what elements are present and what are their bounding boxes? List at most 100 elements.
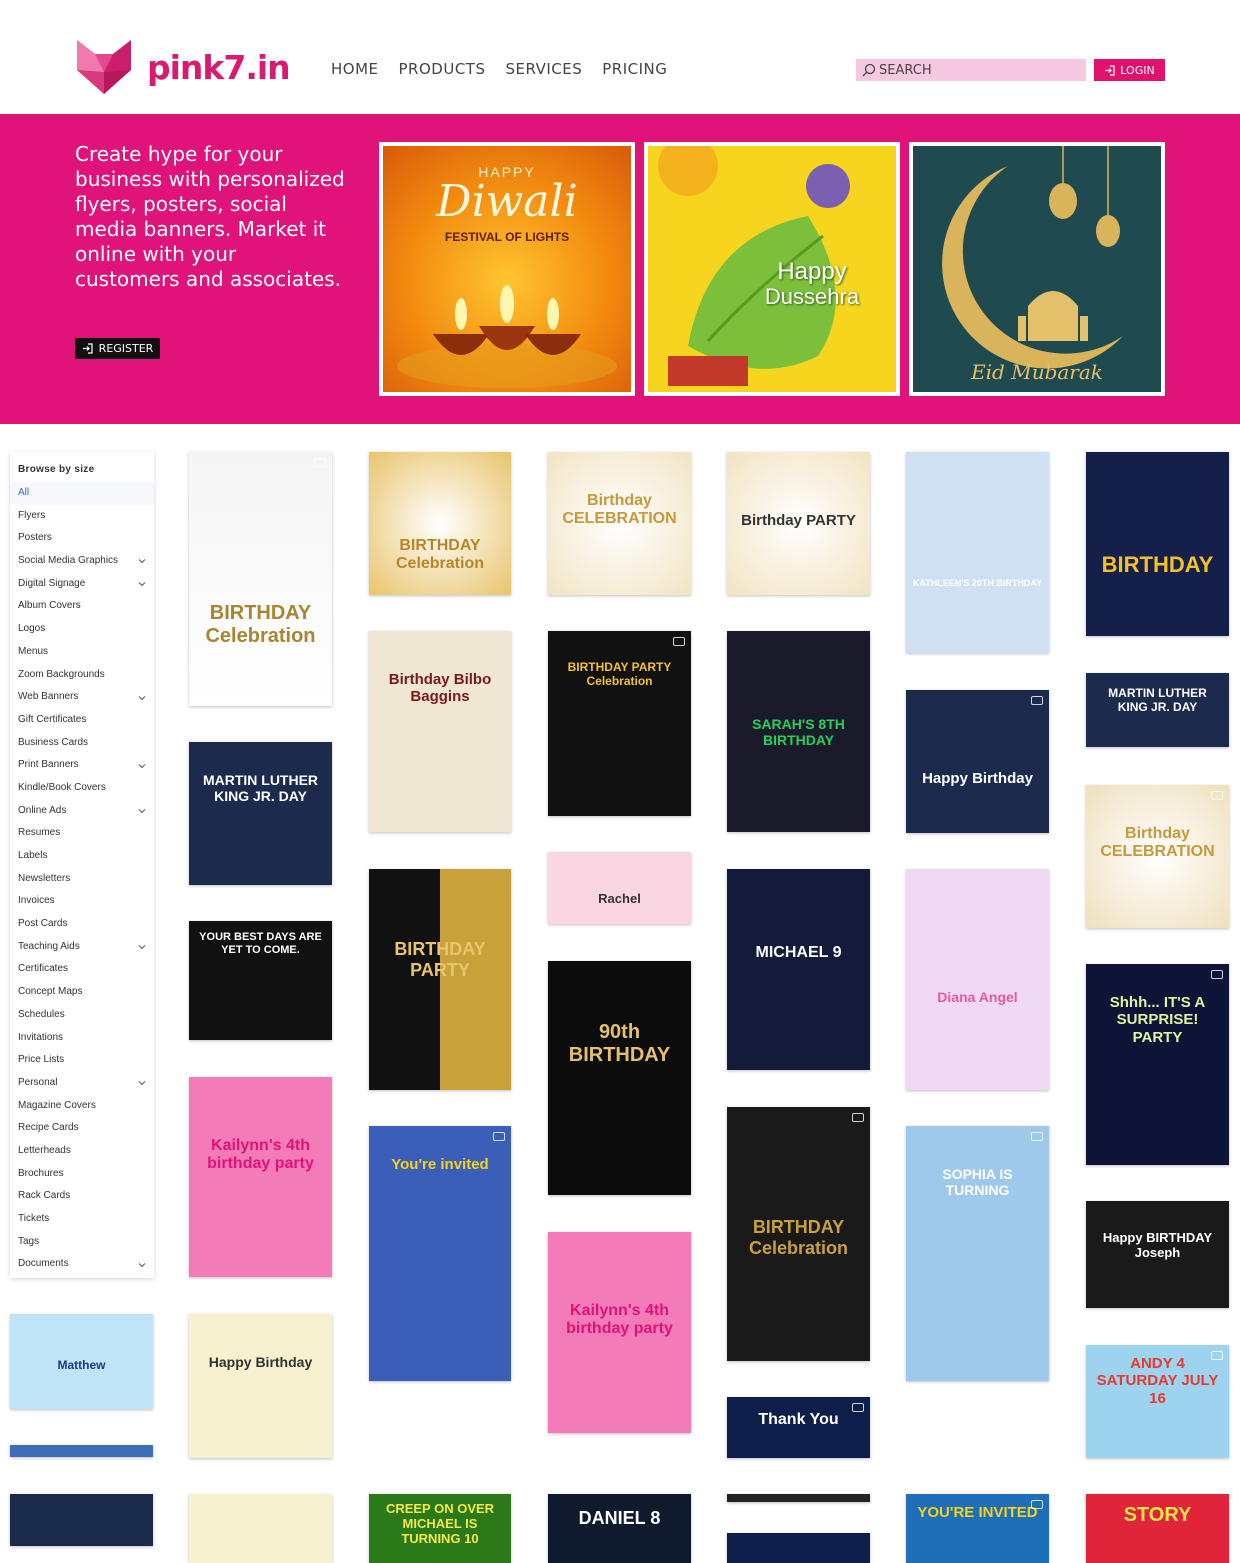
sidebar-item-documents[interactable]: Documents — [10, 1253, 154, 1276]
sidebar-item-recipe-cards[interactable]: Recipe Cards — [10, 1117, 154, 1140]
sidebar-item-letterheads[interactable]: Letterheads — [10, 1140, 154, 1163]
template-card[interactable]: MARTIN LUTHER KING JR. DAY — [1086, 673, 1229, 747]
template-card[interactable]: ANDY 4 SATURDAY JULY 16 — [1086, 1345, 1229, 1458]
sidebar-item-price-lists[interactable]: Price Lists — [10, 1049, 154, 1072]
banner-dussehra[interactable]: Happy Dussehra — [644, 142, 900, 396]
sidebar-item-tickets[interactable]: Tickets — [10, 1208, 154, 1231]
template-card[interactable]: YOU'RE INVITED — [906, 1494, 1049, 1563]
sidebar-item-personal[interactable]: Personal — [10, 1072, 154, 1095]
sidebar-item-flyers[interactable]: Flyers — [10, 505, 154, 528]
chevron-down-icon[interactable] — [138, 694, 146, 702]
register-button[interactable]: REGISTER — [75, 338, 160, 359]
template-card[interactable] — [10, 1494, 153, 1546]
eid-text: Eid Mubarak — [971, 360, 1103, 384]
template-card[interactable]: KATHLEEN'S 20TH BIRTHDAY — [906, 452, 1049, 653]
template-card[interactable]: SOPHIA IS TURNING — [906, 1126, 1049, 1381]
login-button[interactable]: LOGIN — [1094, 59, 1165, 81]
sidebar-item-business-cards[interactable]: Business Cards — [10, 732, 154, 755]
sidebar-item-invitations[interactable]: Invitations — [10, 1027, 154, 1050]
banner-eid[interactable]: Eid Mubarak — [909, 142, 1165, 396]
template-card[interactable]: BIRTHDAY Celebration — [727, 1107, 870, 1361]
template-card[interactable]: YOUR BEST DAYS ARE YET TO COME. — [189, 921, 332, 1040]
brand-logo[interactable]: pink7.in — [75, 38, 291, 96]
chevron-down-icon[interactable] — [138, 580, 146, 588]
template-card[interactable]: Kailynn's 4th birthday party — [548, 1232, 691, 1433]
template-card[interactable] — [189, 1494, 332, 1563]
template-card[interactable]: CREEP ON OVER MICHAEL IS TURNING 10 — [369, 1494, 511, 1563]
sidebar-item-teaching-aids[interactable]: Teaching Aids — [10, 936, 154, 959]
template-card[interactable]: 90th BIRTHDAY — [548, 961, 691, 1195]
template-card[interactable]: BIRTHDAY PARTY — [369, 869, 511, 1090]
search-input[interactable] — [879, 62, 1079, 78]
sidebar-item-invoices[interactable]: Invoices — [10, 890, 154, 913]
template-card[interactable]: BIRTHDAY Celebration — [189, 452, 332, 706]
sidebar-item-social-media-graphics[interactable]: Social Media Graphics — [10, 550, 154, 573]
sidebar-item-labels[interactable]: Labels — [10, 845, 154, 868]
template-card[interactable]: Matthew — [10, 1314, 153, 1409]
sidebar-item-all[interactable]: All — [10, 482, 154, 505]
template-card[interactable]: Kailynn's 4th birthday party — [189, 1077, 332, 1277]
template-card[interactable]: Happy Birthday — [189, 1314, 332, 1458]
chevron-down-icon[interactable] — [138, 807, 146, 815]
video-badge-icon — [1031, 696, 1043, 705]
template-card[interactable]: DANIEL 8 — [548, 1494, 691, 1563]
sidebar-item-album-covers[interactable]: Album Covers — [10, 595, 154, 618]
sidebar-item-gift-certificates[interactable]: Gift Certificates — [10, 709, 154, 732]
sidebar-item-label: Zoom Backgrounds — [18, 668, 105, 680]
template-card-title: You're invited — [391, 1156, 489, 1173]
chevron-down-icon[interactable] — [138, 762, 146, 770]
template-card[interactable]: Diana Angel — [906, 869, 1049, 1090]
sidebar-item-print-banners[interactable]: Print Banners — [10, 754, 154, 777]
sidebar-item-label: Resumes — [18, 827, 61, 839]
sidebar-item-online-ads[interactable]: Online Ads — [10, 800, 154, 823]
template-card[interactable]: Birthday CELEBRATION — [1086, 785, 1229, 928]
nav-products[interactable]: PRODUCTS — [399, 60, 486, 78]
browse-sidebar: Browse by size All Flyers Posters Social Me… — [10, 452, 154, 1278]
sidebar-item-certificates[interactable]: Certificates — [10, 958, 154, 981]
sidebar-item-rack-cards[interactable]: Rack Cards — [10, 1185, 154, 1208]
template-card[interactable]: BIRTHDAY Celebration — [369, 452, 511, 595]
sidebar-item-kindle-book-covers[interactable]: Kindle/Book Covers — [10, 777, 154, 800]
template-card[interactable]: Shhh... IT'S A SURPRISE! PARTY — [1086, 964, 1229, 1165]
sidebar-item-concept-maps[interactable]: Concept Maps — [10, 981, 154, 1004]
nav-home[interactable]: HOME — [331, 60, 379, 78]
sidebar-item-zoom-backgrounds[interactable]: Zoom Backgrounds — [10, 664, 154, 687]
template-card[interactable]: Happy BIRTHDAY Joseph — [1086, 1201, 1229, 1308]
sidebar-item-web-banners[interactable]: Web Banners — [10, 686, 154, 709]
template-card[interactable]: BIRTHDAY PARTY Celebration — [548, 631, 691, 816]
chevron-down-icon[interactable] — [138, 1261, 146, 1269]
sidebar-item-menus[interactable]: Menus — [10, 641, 154, 664]
template-card[interactable] — [10, 1445, 153, 1457]
template-card[interactable]: Rachel — [548, 852, 691, 924]
sidebar-item-tags[interactable]: Tags — [10, 1231, 154, 1254]
template-card[interactable]: Thank You — [727, 1397, 870, 1458]
template-card[interactable]: Birthday Bilbo Baggins — [369, 631, 511, 832]
sidebar-item-logos[interactable]: Logos — [10, 618, 154, 641]
template-card[interactable]: MARTIN LUTHER KING JR. DAY — [189, 742, 332, 885]
sidebar-item-digital-signage[interactable]: Digital Signage — [10, 573, 154, 596]
template-card[interactable]: Birthday CELEBRATION — [548, 452, 691, 595]
sidebar-item-posters[interactable]: Posters — [10, 527, 154, 550]
template-card[interactable]: STORY — [1086, 1494, 1229, 1563]
chevron-down-icon[interactable] — [138, 1079, 146, 1087]
sidebar-item-label: Logos — [18, 623, 46, 635]
template-card[interactable]: SARAH'S 8TH BIRTHDAY — [727, 631, 870, 832]
sidebar-item-magazine-covers[interactable]: Magazine Covers — [10, 1095, 154, 1118]
sidebar-item-post-cards[interactable]: Post Cards — [10, 913, 154, 936]
chevron-down-icon[interactable] — [138, 943, 146, 951]
nav-services[interactable]: SERVICES — [505, 60, 582, 78]
nav-pricing[interactable]: PRICING — [602, 60, 667, 78]
template-card[interactable] — [727, 1494, 870, 1502]
sidebar-item-brochures[interactable]: Brochures — [10, 1163, 154, 1186]
template-card[interactable]: BIRTHDAY — [1086, 452, 1229, 636]
template-card[interactable]: Birthday PARTY — [727, 452, 870, 595]
template-card[interactable]: MICHAEL 9 — [727, 869, 870, 1070]
template-card[interactable]: You're invited — [369, 1126, 511, 1381]
template-card[interactable]: Happy Birthday — [906, 690, 1049, 833]
chevron-down-icon[interactable] — [138, 557, 146, 565]
sidebar-item-newsletters[interactable]: Newsletters — [10, 868, 154, 891]
banner-diwali[interactable]: HAPPY Diwali FESTIVAL OF LIGHTS — [379, 142, 635, 396]
template-card[interactable] — [727, 1533, 870, 1563]
sidebar-item-resumes[interactable]: Resumes — [10, 822, 154, 845]
sidebar-item-schedules[interactable]: Schedules — [10, 1004, 154, 1027]
